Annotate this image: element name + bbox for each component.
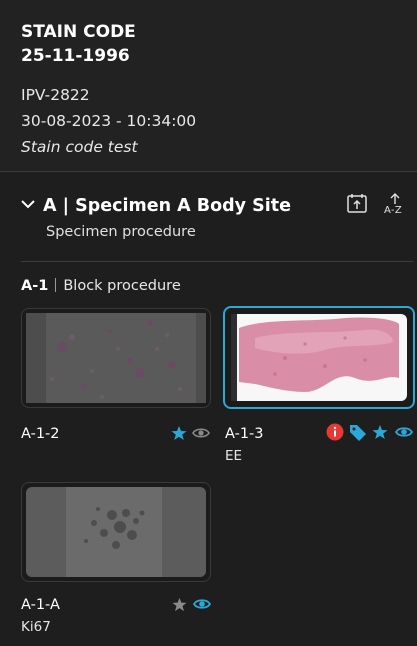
slide-stain: Ki67 xyxy=(21,619,51,635)
eye-icon[interactable] xyxy=(394,424,414,444)
slide-panel: STAIN CODE 25-11-1996 IPV-2822 30-08-202… xyxy=(0,0,417,646)
slide-label: A-1-A xyxy=(21,597,60,613)
case-timestamp: 30-08-2023 - 10:34:00 xyxy=(21,112,197,130)
slide-thumbnail-a-1-2[interactable] xyxy=(21,308,211,408)
star-icon[interactable] xyxy=(372,424,388,444)
star-icon[interactable] xyxy=(171,425,187,445)
star-icon[interactable] xyxy=(172,597,187,616)
slide-thumbnail-a-1-3[interactable] xyxy=(223,306,415,409)
birth-date: 25-11-1996 xyxy=(21,46,130,66)
sort-az-label: A-Z xyxy=(384,205,402,216)
block-procedure: Block procedure xyxy=(63,278,181,294)
case-note: Stain code test xyxy=(21,138,138,156)
eye-icon[interactable] xyxy=(192,425,210,445)
header-divider xyxy=(0,171,417,172)
slide-label: A-1-3 xyxy=(225,426,264,442)
upload-calendar-icon[interactable] xyxy=(346,192,368,218)
tag-icon[interactable] xyxy=(349,423,367,445)
specimen-title: A | Specimen A Body Site xyxy=(43,196,292,216)
slide-label: A-1-2 xyxy=(21,426,60,442)
specimen-procedure: Specimen procedure xyxy=(46,224,196,240)
slide-image xyxy=(231,314,407,401)
case-id: IPV-2822 xyxy=(21,86,90,104)
sort-az-icon[interactable]: A-Z xyxy=(383,192,407,220)
specimen-divider xyxy=(21,261,413,262)
block-separator xyxy=(55,278,57,292)
specimen-header[interactable]: A | Specimen A Body Site xyxy=(21,193,291,218)
block-id: A-1 xyxy=(21,278,49,294)
stain-code-title: STAIN CODE xyxy=(21,22,136,42)
eye-icon[interactable] xyxy=(192,596,212,616)
case-header: STAIN CODE 25-11-1996 IPV-2822 30-08-202… xyxy=(0,0,417,172)
chevron-down-icon[interactable] xyxy=(21,193,37,217)
slide-thumbnail-a-1-a[interactable] xyxy=(21,482,211,582)
slide-image xyxy=(26,313,206,403)
slide-image xyxy=(26,487,206,577)
block-header: A-1 Block procedure xyxy=(21,276,181,296)
slide-stain: EE xyxy=(225,448,243,464)
info-icon[interactable] xyxy=(326,423,344,445)
